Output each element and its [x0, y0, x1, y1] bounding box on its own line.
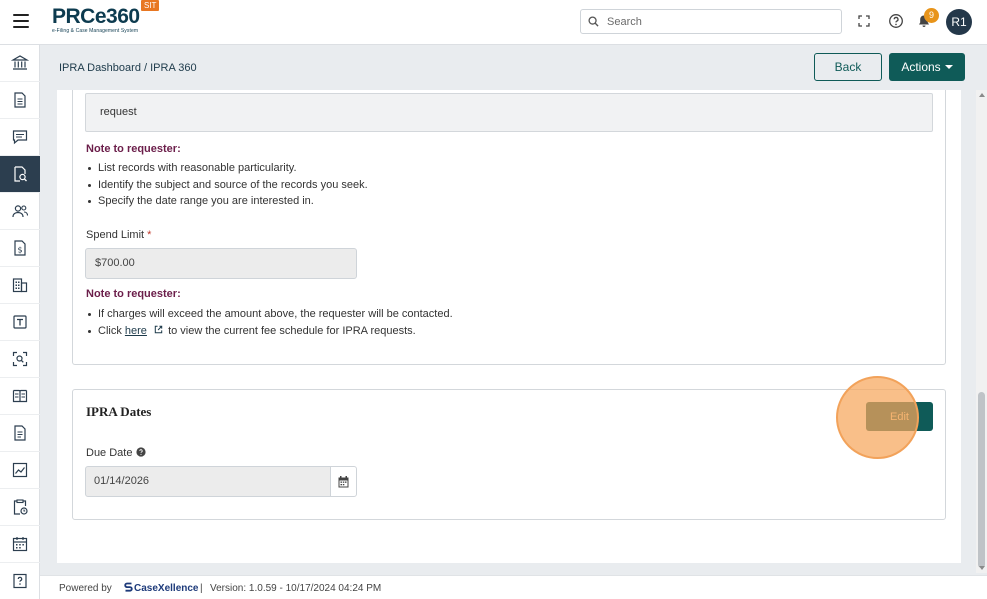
calendar-icon	[338, 475, 349, 487]
help-book-icon	[13, 573, 27, 589]
list-item: Identify the subject and source of the r…	[86, 177, 368, 194]
sidebar-item-buildings[interactable]	[0, 267, 40, 304]
scrollbar-thumb[interactable]	[978, 392, 985, 568]
scan-icon	[12, 351, 28, 367]
building-icon	[12, 278, 28, 293]
request-textarea[interactable]: request	[85, 93, 933, 132]
note-list-2: If charges will exceed the amount above,…	[86, 306, 453, 339]
logo-subtitle: e-Filing & Case Management System	[52, 28, 139, 34]
dollar-file-icon: $	[14, 240, 26, 256]
brand-name: CaseXellence	[134, 583, 199, 594]
sidebar-item-help[interactable]	[0, 563, 40, 599]
sidebar-item-analytics[interactable]	[0, 452, 40, 489]
help-icon[interactable]	[888, 13, 904, 29]
fee-note-prefix: Click	[98, 324, 122, 337]
sidebar-item-reports[interactable]	[0, 415, 40, 452]
footer: Powered by CaseXellence | Version: 1.0.5…	[40, 575, 987, 599]
sidebar-item-messages[interactable]	[0, 119, 40, 156]
hamburger-menu-icon[interactable]	[13, 14, 29, 28]
footer-separator: |	[200, 583, 203, 594]
sidebar-item-library[interactable]	[0, 378, 40, 415]
sidebar-item-calendar[interactable]	[0, 526, 40, 563]
due-date-label: Due Date	[86, 447, 146, 459]
avatar[interactable]: R1	[946, 9, 972, 35]
breadcrumb[interactable]: IPRA Dashboard / IPRA 360	[59, 62, 197, 74]
fee-schedule-link[interactable]: here	[125, 325, 147, 337]
back-button[interactable]: Back	[814, 53, 882, 81]
note-to-requester-label-2: Note to requester:	[86, 288, 181, 300]
spend-limit-label-text: Spend Limit	[86, 229, 145, 241]
sidebar-item-users[interactable]	[0, 193, 40, 230]
svg-text:$: $	[17, 246, 22, 255]
sidebar-item-text[interactable]	[0, 304, 40, 341]
sidebar-item-documents[interactable]	[0, 82, 40, 119]
file-search-icon	[14, 166, 27, 182]
ipra-dates-card	[72, 389, 946, 520]
required-marker: *	[147, 229, 152, 241]
top-bar: PRCe360 e-Filing & Case Management Syste…	[0, 0, 987, 45]
sidebar-item-institution[interactable]	[0, 45, 40, 82]
date-picker-button[interactable]	[330, 466, 357, 497]
scrollbar[interactable]	[976, 90, 987, 573]
users-icon	[12, 205, 29, 218]
spend-limit-input[interactable]: $700.00	[85, 248, 357, 279]
document-icon	[14, 92, 26, 108]
powered-by-text: Powered by	[59, 583, 112, 594]
sidebar-item-tasks[interactable]	[0, 489, 40, 526]
sidebar-item-scan[interactable]	[0, 341, 40, 378]
due-date-label-text: Due Date	[86, 447, 133, 459]
actions-label: Actions	[901, 60, 941, 74]
note-list: List records with reasonable particulari…	[86, 160, 368, 210]
list-item: List records with reasonable particulari…	[86, 160, 368, 177]
caret-down-icon	[944, 65, 953, 69]
clipboard-clock-icon	[13, 499, 28, 515]
sidebar: $	[0, 45, 40, 599]
list-item: Click here to view the current fee sched…	[86, 323, 453, 340]
sidebar-item-fees[interactable]: $	[0, 230, 40, 267]
sidebar-item-ipra[interactable]	[0, 156, 40, 193]
chat-icon	[12, 130, 28, 145]
search-box	[580, 9, 842, 34]
external-link-icon[interactable]	[153, 324, 164, 335]
book-icon	[12, 389, 28, 403]
text-box-icon	[13, 315, 27, 329]
note-to-requester-label: Note to requester:	[86, 143, 181, 155]
ipra-dates-title: IPRA Dates	[86, 404, 152, 419]
environment-badge: SIT	[141, 0, 160, 11]
fullscreen-icon[interactable]	[856, 13, 872, 29]
edit-button[interactable]: Edit	[866, 402, 933, 431]
bank-icon	[11, 55, 29, 70]
notification-badge: 9	[924, 8, 939, 23]
scroll-down-arrow-icon[interactable]	[979, 566, 985, 570]
due-date-input[interactable]: 01/14/2026	[85, 466, 331, 497]
list-item: Specify the date range you are intereste…	[86, 193, 368, 210]
list-item: If charges will exceed the amount above,…	[86, 306, 453, 323]
search-icon	[588, 16, 599, 27]
report-icon	[14, 425, 26, 441]
spend-limit-label: Spend Limit *	[86, 229, 151, 241]
search-input[interactable]	[607, 13, 837, 30]
version-text: Version: 1.0.59 - 10/17/2024 04:24 PM	[210, 583, 382, 594]
question-circle-icon[interactable]	[135, 447, 146, 457]
chart-icon	[12, 462, 28, 478]
actions-dropdown-button[interactable]: Actions	[889, 53, 965, 81]
scroll-up-arrow-icon[interactable]	[979, 93, 985, 97]
fee-note-suffix: to view the current fee schedule for IPR…	[168, 324, 416, 337]
calendar-icon	[12, 537, 28, 552]
casexellence-logo-icon	[124, 582, 133, 592]
